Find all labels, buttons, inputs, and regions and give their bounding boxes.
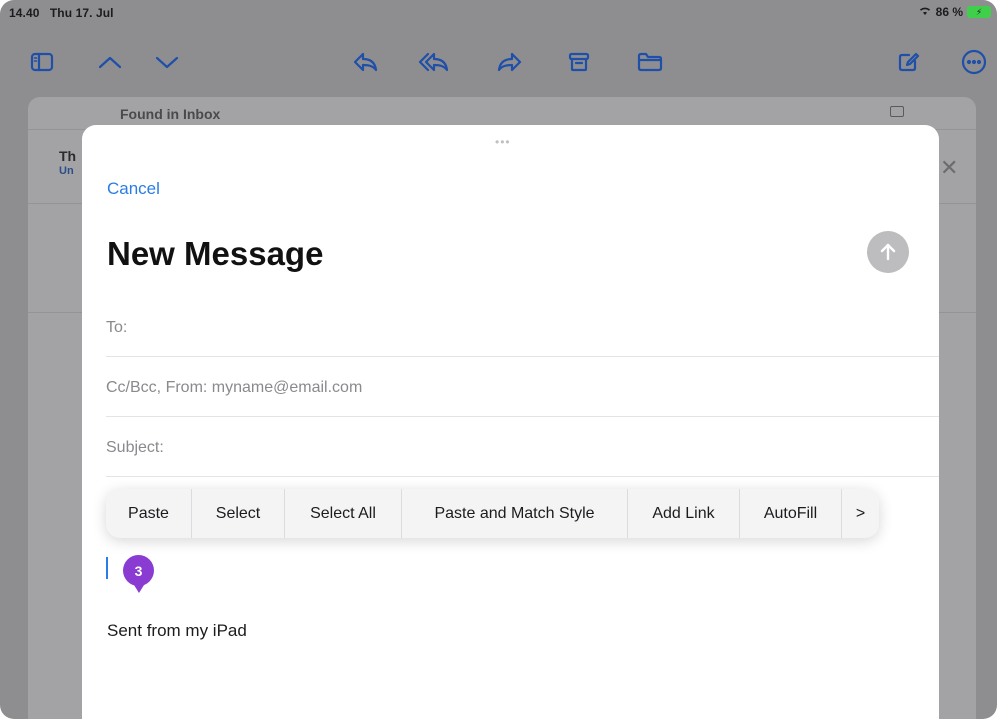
to-field[interactable]: To:: [106, 297, 939, 357]
ipad-screen: 14.40 Thu 17. Jul 86 % ⚡ Found in Inbox …: [0, 0, 997, 719]
status-time: 14.40: [9, 6, 40, 20]
chevron-up-icon[interactable]: [94, 44, 126, 80]
status-bar: 14.40 Thu 17. Jul 86 % ⚡: [0, 0, 997, 26]
edit-context-menu: Paste Select Select All Paste and Match …: [106, 489, 879, 538]
sheet-grabber[interactable]: •••: [495, 135, 511, 149]
mail-row-title: Th: [59, 148, 77, 164]
to-label: To:: [106, 319, 128, 336]
archive-icon[interactable]: [563, 44, 595, 80]
chevron-down-icon[interactable]: [151, 44, 183, 80]
close-icon: ✕: [940, 155, 959, 180]
found-in-inbox-label: Found in Inbox: [120, 106, 221, 122]
status-date: Thu 17. Jul: [49, 6, 114, 20]
subject-field[interactable]: Subject:: [106, 417, 939, 477]
cc-bcc-from-field[interactable]: Cc/Bcc, From: myname@email.com: [106, 357, 939, 417]
battery-percent: 86 %: [935, 5, 963, 19]
send-button[interactable]: [867, 231, 909, 273]
sidebar-icon[interactable]: [26, 44, 58, 80]
forward-icon[interactable]: [494, 44, 526, 80]
signature-text[interactable]: Sent from my iPad: [107, 621, 247, 641]
folder-icon[interactable]: [634, 44, 666, 80]
menu-paste-and-match-style[interactable]: Paste and Match Style: [402, 489, 628, 538]
menu-select-all[interactable]: Select All: [285, 489, 402, 538]
reply-icon[interactable]: [349, 44, 381, 80]
cc-bcc-from-label: Cc/Bcc, From: myname@email.com: [106, 379, 363, 396]
menu-autofill[interactable]: AutoFill: [740, 489, 842, 538]
mail-row-unsubscribe: Un: [59, 165, 74, 177]
mail-toolbar: [0, 44, 997, 88]
menu-more-chevron[interactable]: >: [842, 489, 879, 538]
text-cursor: [106, 557, 108, 579]
reply-all-icon[interactable]: [418, 44, 450, 80]
more-icon[interactable]: [958, 44, 990, 80]
step-badge: 3: [123, 555, 154, 593]
subject-label: Subject:: [106, 439, 164, 456]
arrow-up-icon: [880, 243, 896, 261]
battery-charging-icon: ⚡: [967, 6, 991, 18]
compose-icon[interactable]: [893, 44, 925, 80]
wifi-icon: [918, 5, 932, 19]
menu-select[interactable]: Select: [192, 489, 285, 538]
compose-title: New Message: [107, 235, 324, 272]
folder-icon: [890, 106, 904, 117]
menu-add-link[interactable]: Add Link: [628, 489, 740, 538]
menu-paste[interactable]: Paste: [106, 489, 192, 538]
cancel-button[interactable]: Cancel: [107, 179, 160, 199]
